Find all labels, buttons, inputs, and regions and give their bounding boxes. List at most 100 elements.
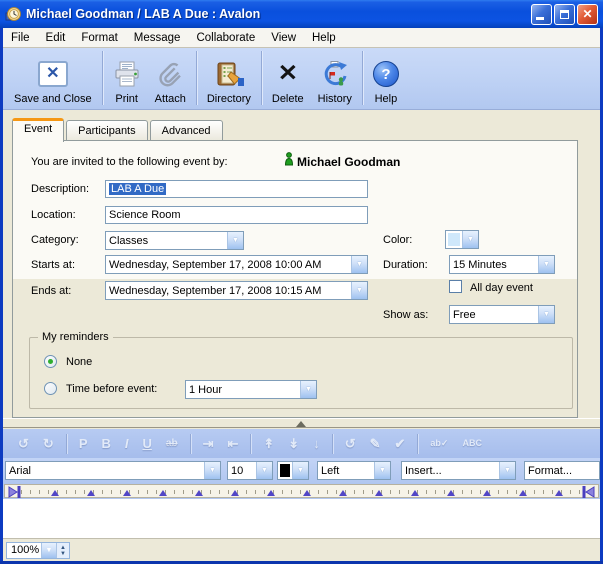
move-up-icon[interactable]: ↟ — [263, 437, 274, 450]
indent-increase-icon[interactable]: ⇥ — [203, 437, 214, 450]
approve-icon[interactable]: ✔ — [395, 437, 406, 450]
ruler-tab-stop[interactable] — [51, 490, 59, 496]
align-select[interactable]: Left ▼ — [317, 461, 391, 480]
ruler-right-indent-marker[interactable] — [582, 486, 595, 498]
ruler-tab-stop[interactable] — [123, 490, 131, 496]
close-button[interactable]: ✕ — [577, 4, 598, 25]
delete-button[interactable]: ✕ Delete — [265, 51, 311, 107]
font-color-select[interactable]: ▼ — [277, 461, 309, 480]
menu-collaborate[interactable]: Collaborate — [188, 32, 263, 44]
description-input[interactable]: LAB A Due — [105, 180, 368, 198]
insert-select[interactable]: Insert... ▼ — [401, 461, 516, 480]
invited-by-label: You are invited to the following event b… — [31, 156, 228, 168]
all-day-label[interactable]: All day event — [470, 282, 533, 294]
dropdown-arrow-icon[interactable]: ▼ — [227, 232, 243, 249]
dropdown-arrow-icon[interactable]: ▼ — [204, 462, 220, 479]
insert-arrow-icon[interactable]: ↓ — [313, 437, 320, 450]
reminder-none-label[interactable]: None — [66, 356, 92, 368]
format-select[interactable]: Format... — [524, 461, 600, 480]
ruler-tab-stop[interactable] — [411, 490, 419, 496]
tab-advanced[interactable]: Advanced — [150, 120, 223, 141]
ends-at-select[interactable]: Wednesday, September 17, 2008 10:15 AM ▼ — [105, 281, 368, 300]
show-as-select[interactable]: Free ▼ — [449, 305, 555, 324]
dropdown-arrow-icon[interactable]: ▼ — [538, 306, 554, 323]
ruler-tab-stop[interactable] — [195, 490, 203, 496]
plain-style-icon[interactable]: P — [79, 437, 88, 450]
zoom-dropdown-icon[interactable]: ▼ — [41, 543, 56, 558]
color-select[interactable]: ▼ — [445, 230, 479, 249]
spinner-down-icon[interactable]: ▼ — [60, 551, 66, 557]
dropdown-arrow-icon[interactable]: ▼ — [292, 462, 308, 479]
menu-view[interactable]: View — [263, 32, 304, 44]
minimize-button[interactable] — [531, 4, 552, 25]
pen-icon[interactable]: ✎ — [370, 437, 381, 450]
all-day-checkbox[interactable] — [449, 280, 462, 293]
spellcheck-all-icon[interactable]: ABC — [462, 439, 482, 448]
ruler-tab-stop[interactable] — [303, 490, 311, 496]
reminder-time-radio[interactable] — [44, 382, 57, 395]
redo-icon[interactable]: ↻ — [43, 437, 54, 450]
print-button[interactable]: Print — [106, 51, 148, 107]
undo-icon[interactable]: ↺ — [18, 437, 29, 450]
duration-select[interactable]: 15 Minutes ▼ — [449, 255, 555, 274]
bold-icon[interactable]: B — [101, 437, 110, 450]
dropdown-arrow-icon[interactable]: ▼ — [351, 256, 367, 273]
menu-help[interactable]: Help — [304, 32, 344, 44]
tab-participants[interactable]: Participants — [66, 120, 147, 141]
dropdown-arrow-icon[interactable]: ▼ — [462, 231, 478, 248]
splitter-grip-icon[interactable] — [296, 421, 306, 427]
starts-at-select[interactable]: Wednesday, September 17, 2008 10:00 AM ▼ — [105, 255, 368, 274]
toolbar-separator — [190, 434, 191, 454]
help-button[interactable]: ? Help — [366, 51, 406, 107]
dropdown-arrow-icon[interactable]: ▼ — [538, 256, 554, 273]
font-family-select[interactable]: Arial ▼ — [5, 461, 221, 480]
strikethrough-icon[interactable]: ab — [166, 439, 178, 449]
menu-format[interactable]: Format — [73, 32, 125, 44]
ruler-tab-stop[interactable] — [447, 490, 455, 496]
reminder-time-label[interactable]: Time before event: — [66, 383, 157, 395]
color-label: Color: — [383, 234, 412, 246]
indent-decrease-icon[interactable]: ⇤ — [227, 437, 238, 450]
history-button[interactable]: History — [311, 51, 359, 107]
ruler-left-indent-marker[interactable] — [8, 486, 21, 498]
spellcheck-icon[interactable]: ab✓ — [430, 439, 448, 448]
ruler-tab-stop[interactable] — [267, 490, 275, 496]
revert-icon[interactable]: ↺ — [345, 437, 356, 450]
reminder-none-radio[interactable] — [44, 355, 57, 368]
move-down-icon[interactable]: ↡ — [288, 437, 299, 450]
font-size-select[interactable]: 10 ▼ — [227, 461, 273, 480]
save-and-close-button[interactable]: ✕ Save and Close — [7, 51, 99, 107]
toolbar-separator — [362, 51, 363, 105]
zoom-control[interactable]: 100% ▼ ▲▼ — [6, 542, 70, 559]
reminder-time-select[interactable]: 1 Hour ▼ — [185, 380, 317, 399]
menu-edit[interactable]: Edit — [38, 32, 74, 44]
dropdown-arrow-icon[interactable]: ▼ — [374, 462, 390, 479]
directory-button[interactable]: Directory — [200, 51, 258, 107]
maximize-button[interactable] — [554, 4, 575, 25]
menu-file[interactable]: File — [3, 32, 38, 44]
ruler-tab-stop[interactable] — [375, 490, 383, 496]
dropdown-arrow-icon[interactable]: ▼ — [300, 381, 316, 398]
zoom-spinner[interactable]: ▲▼ — [56, 543, 69, 558]
underline-icon[interactable]: U — [143, 437, 152, 450]
ruler-tab-stop[interactable] — [339, 490, 347, 496]
category-select[interactable]: Classes ▼ — [105, 231, 244, 250]
dropdown-arrow-icon[interactable]: ▼ — [256, 462, 272, 479]
titlebar[interactable]: Michael Goodman / LAB A Due : Avalon ✕ — [0, 0, 603, 28]
message-body-area[interactable] — [3, 499, 600, 538]
pane-splitter[interactable] — [3, 418, 600, 428]
maximize-icon — [560, 10, 569, 19]
tab-event[interactable]: Event — [12, 118, 64, 142]
ruler-tab-stop[interactable] — [87, 490, 95, 496]
attach-button[interactable]: Attach — [148, 51, 193, 107]
ruler-tab-stop[interactable] — [159, 490, 167, 496]
ruler-tab-stop[interactable] — [483, 490, 491, 496]
menu-message[interactable]: Message — [126, 32, 189, 44]
ruler-tab-stop[interactable] — [231, 490, 239, 496]
dropdown-arrow-icon[interactable]: ▼ — [351, 282, 367, 299]
italic-icon[interactable]: I — [125, 437, 129, 450]
ruler-tab-stop[interactable] — [555, 490, 563, 496]
location-input[interactable]: Science Room — [105, 206, 368, 224]
dropdown-arrow-icon[interactable]: ▼ — [499, 462, 515, 479]
ruler-tab-stop[interactable] — [519, 490, 527, 496]
